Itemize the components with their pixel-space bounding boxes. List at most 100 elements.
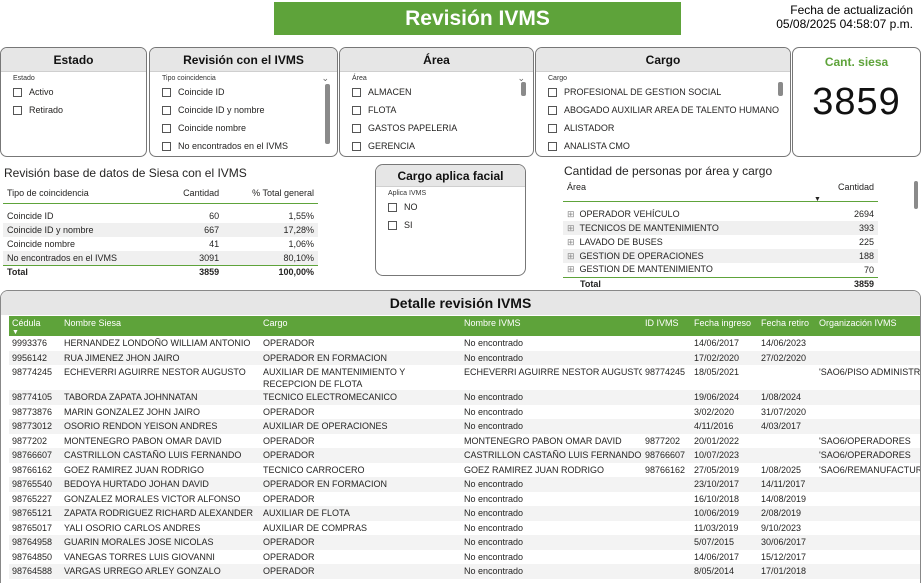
slicer-option[interactable]: Retirado xyxy=(1,101,146,119)
chevron-down-icon[interactable]: ⌄ xyxy=(321,73,329,84)
table-cell xyxy=(642,351,691,366)
column-header[interactable]: Nombre Siesa xyxy=(61,316,260,336)
checkbox[interactable] xyxy=(352,141,361,151)
slicer-option[interactable]: ABOGADO AUXILIAR AREA DE TALENTO HUMANO xyxy=(536,101,790,119)
table-cell: 98765227 xyxy=(12,493,53,504)
table-row[interactable]: ⊞ TECNICOS DE MANTENIMIENTO 393 xyxy=(563,221,878,235)
table-row[interactable]: 98773876 MARIN GONZALEZ JOHN JAIRO OPERADO… xyxy=(9,405,920,420)
table-row[interactable]: 9956142 RUA JIMENEZ JHON JAIRO OPERADOR EN… xyxy=(9,350,920,366)
table-row[interactable]: Coincide nombre 41 1,06% xyxy=(3,237,318,251)
area-table-title: Cantidad de personas por área y cargo xyxy=(564,164,773,178)
table-cell: 23/10/2017 xyxy=(694,479,740,489)
table-row[interactable]: 98773012 OSORIO RENDON YEISON ANDRES AUXIL… xyxy=(9,419,920,434)
column-header[interactable]: Tipo de coincidencia xyxy=(3,183,163,203)
checkbox[interactable] xyxy=(13,105,22,115)
table-cell: 15/12/2017 xyxy=(761,551,807,562)
checkbox[interactable] xyxy=(13,87,22,97)
table-cell: 8/05/2014 xyxy=(694,566,735,576)
scrollbar[interactable] xyxy=(914,181,918,209)
slicer-option[interactable]: Coincide ID y nombre xyxy=(150,101,337,119)
slicer-option[interactable]: Coincide nombre xyxy=(150,119,337,137)
table-cell xyxy=(642,550,691,565)
column-header[interactable]: Fecha ingreso xyxy=(691,316,758,336)
expand-icon[interactable]: ⊞ xyxy=(567,237,575,247)
table-row[interactable]: ⊞ GESTION DE OPERACIONES 188 xyxy=(563,249,878,263)
checkbox[interactable] xyxy=(352,123,361,133)
table-row[interactable]: 98765540 BEDOYA HURTADO JOHAN DAVID OPERAD… xyxy=(9,477,920,492)
table-row[interactable]: 98766162 GOEZ RAMIREZ JUAN RODRIGO TECNICO… xyxy=(9,463,920,478)
checkbox[interactable] xyxy=(548,105,557,115)
checkbox[interactable] xyxy=(162,141,171,151)
sort-desc-icon[interactable]: ▼ xyxy=(814,196,821,203)
checkbox[interactable] xyxy=(162,105,171,115)
table-row[interactable]: 98764850 VANEGAS TORRES LUIS GIOVANNI OPER… xyxy=(9,550,920,565)
checkbox[interactable] xyxy=(548,123,557,133)
column-header[interactable]: Fecha retiro xyxy=(758,316,816,336)
slicer-option[interactable]: No encontrados en el IVMS xyxy=(150,137,337,155)
table-cell: 27/05/2019 xyxy=(694,464,740,475)
column-header[interactable]: Cargo xyxy=(260,316,461,336)
checkbox[interactable] xyxy=(388,202,397,212)
column-header[interactable]: Cantidad xyxy=(163,183,223,203)
table-row[interactable]: 98765227 GONZALEZ MORALES VICTOR ALFONSO O… xyxy=(9,492,920,507)
checkbox[interactable] xyxy=(548,141,557,151)
slicer-option[interactable]: FLOTA xyxy=(340,101,533,119)
table-row[interactable]: Coincide ID y nombre 667 17,28% xyxy=(3,223,318,237)
scrollbar[interactable] xyxy=(325,84,330,144)
table-cell: OPERADOR xyxy=(263,537,315,547)
slicer-option[interactable]: Coincide ID xyxy=(150,83,337,101)
expand-icon[interactable]: ⊞ xyxy=(567,209,575,219)
table-row[interactable]: 98774245 ECHEVERRI AGUIRRE NESTOR AUGUSTO… xyxy=(9,365,920,390)
expand-icon[interactable]: ⊞ xyxy=(567,264,575,274)
checkbox[interactable] xyxy=(162,87,171,97)
slicer-estado: Estado Estado Activo Retirado xyxy=(0,47,147,157)
slicer-option[interactable]: ALMACEN xyxy=(340,83,533,101)
table-row[interactable]: ⊞ GESTION DE MANTENIMIENTO 70 xyxy=(563,263,878,277)
table-cell xyxy=(642,492,691,507)
slicer-option[interactable]: GASTOS PAPELERIA xyxy=(340,119,533,137)
column-header[interactable]: Organización IVMS xyxy=(816,316,920,336)
table-row[interactable]: Coincide ID 60 1,55% xyxy=(3,209,318,223)
slicer-option[interactable]: SI xyxy=(376,216,525,234)
column-header[interactable]: % Total general xyxy=(223,183,318,203)
column-header[interactable]: Cantidad ▼ xyxy=(810,181,878,203)
sort-asc-icon[interactable]: ▼ xyxy=(12,329,19,336)
table-row[interactable]: 98765121 ZAPATA RODRIGUEZ RICHARD ALEXAND… xyxy=(9,506,920,521)
slicer-option[interactable]: ANALISTA CMO xyxy=(536,137,790,155)
slicer-option[interactable]: PROFESIONAL DE GESTION SOCIAL xyxy=(536,83,790,101)
slicer-option[interactable]: ALISTADOR xyxy=(536,119,790,137)
table-total-row: Total 3859 xyxy=(563,277,878,291)
slicer-option[interactable]: GERENCIA xyxy=(340,137,533,155)
checkbox[interactable] xyxy=(162,123,171,133)
table-cell: OPERADOR xyxy=(263,493,315,504)
checkbox[interactable] xyxy=(388,220,397,230)
expand-icon[interactable]: ⊞ xyxy=(567,251,575,261)
table-cell xyxy=(816,336,920,351)
slicer-option[interactable]: Activo xyxy=(1,83,146,101)
table-row[interactable]: 9993376 HERNANDEZ LONDOÑO WILLIAM ANTONIO… xyxy=(9,336,920,351)
table-row[interactable]: No encontrados en el IVMS 3091 80,10% xyxy=(3,251,318,265)
table-row[interactable]: 98764958 GUARIN MORALES JOSE NICOLAS OPERA… xyxy=(9,535,920,550)
table-row[interactable]: 98765017 YALI OSORIO CARLOS ANDRES AUXILIA… xyxy=(9,521,920,536)
checkbox[interactable] xyxy=(352,105,361,115)
checkbox[interactable] xyxy=(352,87,361,97)
table-row[interactable]: 98766607 CASTRILLON CASTAÑO LUIS FERNANDO… xyxy=(9,448,920,463)
slicer-option[interactable]: NO xyxy=(376,198,525,216)
table-row[interactable]: ⊞ LAVADO DE BUSES 225 xyxy=(563,235,878,249)
checkbox[interactable] xyxy=(548,87,557,97)
table-cell: 98764850 xyxy=(12,551,53,562)
table-row[interactable]: 9877202 MONTENEGRO PABON OMAR DAVID OPERAD… xyxy=(9,434,920,449)
column-header[interactable]: Área xyxy=(563,181,810,201)
scrollbar[interactable] xyxy=(521,82,526,96)
column-header[interactable]: Cédula ▼ xyxy=(9,316,61,336)
column-header[interactable]: ID IVMS xyxy=(642,316,691,336)
column-header[interactable]: Nombre IVMS xyxy=(461,316,642,336)
table-row[interactable]: 98774105 TABORDA ZAPATA JOHNNATAN TECNICO … xyxy=(9,390,920,405)
table-row[interactable]: 98764588 VARGAS URREGO ARLEY GONZALO OPERA… xyxy=(9,564,920,579)
expand-icon[interactable]: ⊞ xyxy=(567,223,575,233)
table-row[interactable]: ⊞ OPERADOR VEHÍCULO 2694 xyxy=(563,207,878,221)
table-cell xyxy=(816,351,920,366)
table-cell: 5/07/2015 xyxy=(694,537,735,547)
slicer-revision-title: Revisión con el IVMS xyxy=(150,48,337,72)
scrollbar[interactable] xyxy=(778,82,783,96)
